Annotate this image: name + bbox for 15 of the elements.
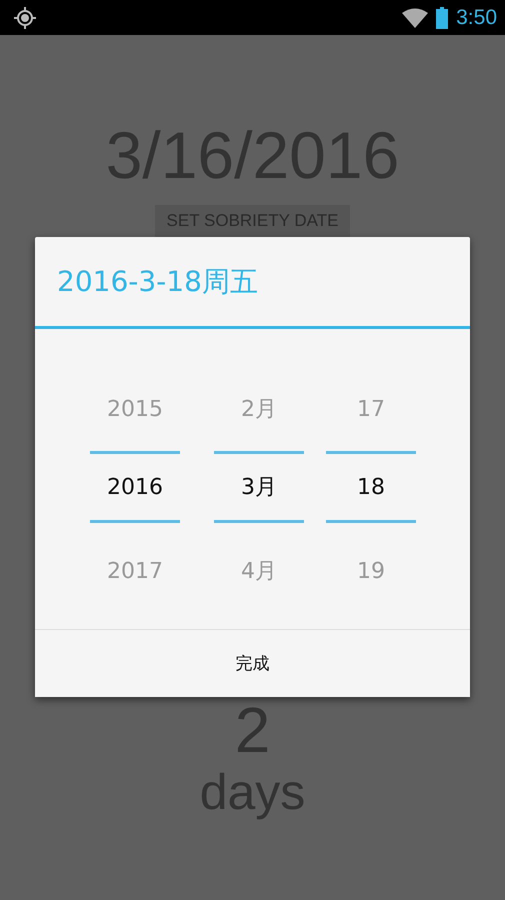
status-time: 3:50 xyxy=(456,6,497,30)
done-button[interactable]: 完成 xyxy=(35,629,470,697)
picker-item[interactable]: 19 xyxy=(326,529,416,613)
picker-item[interactable]: 3月 xyxy=(214,451,304,523)
gps-icon xyxy=(14,6,36,28)
picker-item[interactable]: 2016 xyxy=(90,451,180,523)
picker-item[interactable]: 2月 xyxy=(214,367,304,451)
picker-item[interactable]: 17 xyxy=(326,367,416,451)
picker-item[interactable]: 2017 xyxy=(90,529,180,613)
battery-icon xyxy=(436,6,448,28)
wifi-icon xyxy=(402,8,428,28)
picker-item[interactable]: 18 xyxy=(326,451,416,523)
dialog-title: 2016-3-18周五 xyxy=(56,264,259,300)
picker-item[interactable]: 2015 xyxy=(90,367,180,451)
picker-item[interactable]: 4月 xyxy=(214,529,304,613)
